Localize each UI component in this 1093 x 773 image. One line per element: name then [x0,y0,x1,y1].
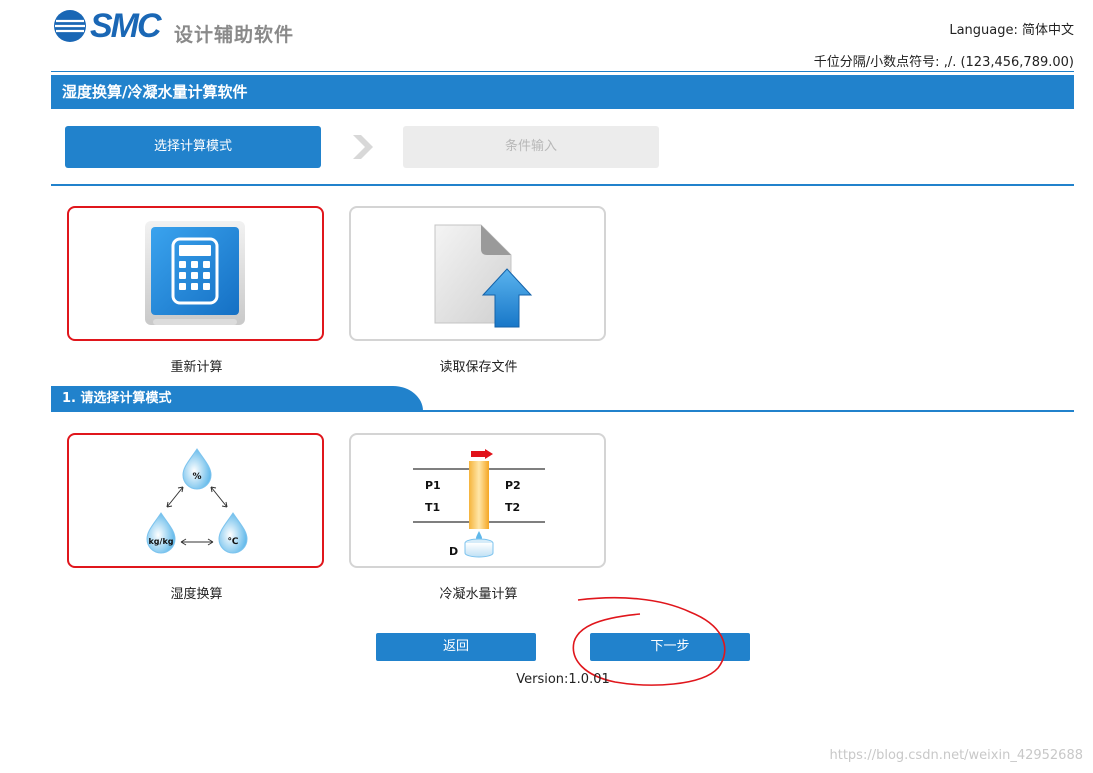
section-divider [51,184,1074,186]
option-recalculate[interactable] [67,206,324,341]
watermark: https://blog.csdn.net/weixin_42952688 [829,748,1083,763]
pipe-label-d: D [449,545,458,558]
section-title-underline [51,410,1074,412]
back-button[interactable]: 返回 [376,633,536,661]
condensation-icon: P1 T1 P2 T2 D [413,449,545,558]
app-header: SMC 设计辅助软件 Language: 简体中文 千位分隔/小数点符号: ,/… [0,0,1093,70]
drop-label-percent: % [192,472,201,482]
pipe-label-t2: T2 [505,501,520,514]
option-load-file-label: 读取保存文件 [439,360,518,375]
version-text: Version:1.0.01 [516,672,610,687]
smc-logo: SMC [52,7,162,45]
next-button[interactable]: 下一步 [590,633,750,661]
number-format-setting[interactable]: 千位分隔/小数点符号: ,/. (123,456,789.00) [814,51,1074,70]
pipe-label-p1: P1 [425,479,441,492]
section-title: 1. 请选择计算模式 [51,386,423,411]
step-condition-input[interactable]: 条件输入 [403,126,659,168]
page-title: 湿度换算/冷凝水量计算软件 [51,75,1074,109]
option-load-file[interactable] [349,206,606,341]
brand-name: SMC [90,7,162,45]
smc-logo-icon [54,10,86,42]
humidity-conversion-icon: % kg/kg ℃ [146,448,248,554]
step-select-mode[interactable]: 选择计算模式 [65,126,321,168]
option-humidity-conversion-label: 湿度换算 [170,587,223,602]
option-humidity-conversion[interactable]: % kg/kg ℃ [67,433,324,568]
file-upload-icon [434,224,533,328]
drop-label-celsius: ℃ [228,537,239,547]
app-title: 设计辅助软件 [174,24,295,46]
calculator-icon [145,221,245,325]
pipe-label-t1: T1 [425,501,440,514]
chevron-right-icon [353,135,373,159]
option-condensation-calc-label: 冷凝水量计算 [439,587,518,602]
option-condensation-calc[interactable]: P1 T1 P2 T2 D [349,433,606,568]
pipe-label-p2: P2 [505,479,521,492]
language-selector[interactable]: Language: 简体中文 [949,19,1074,38]
drop-label-kgkg: kg/kg [148,537,173,546]
header-divider [51,71,1074,72]
option-recalculate-label: 重新计算 [170,360,223,375]
